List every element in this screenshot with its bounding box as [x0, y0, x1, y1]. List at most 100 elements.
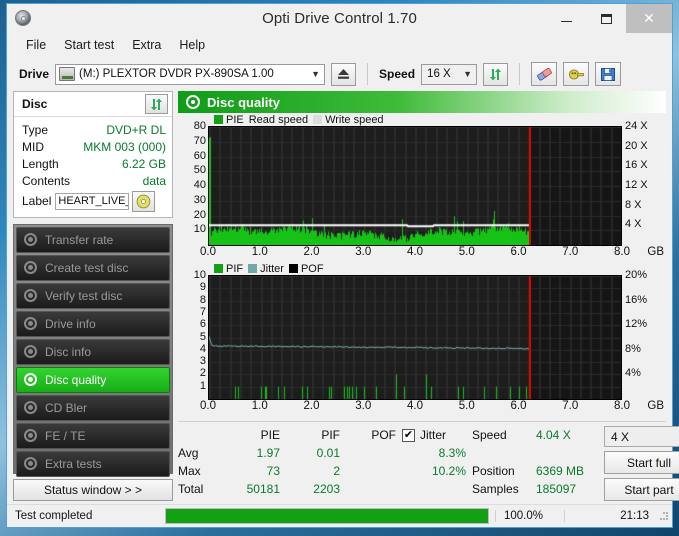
plug-icon [568, 68, 584, 80]
status-text: Test completed [15, 510, 93, 522]
sidebar-item-label: Verify test disc [45, 289, 123, 303]
info-value-samples: 185097 [536, 482, 577, 496]
jitter-label: Jitter [420, 428, 447, 442]
create-test-disc-icon [23, 260, 39, 276]
menu-item-extra[interactable]: Extra [123, 36, 170, 54]
stats-row-label-avg: Avg [178, 446, 199, 460]
menu-item-start-test[interactable]: Start test [55, 36, 123, 54]
save-button[interactable] [595, 62, 622, 86]
settings-plug-button[interactable] [563, 62, 590, 86]
y-tick: 10 [193, 223, 206, 236]
stats-max-pie: 73 [266, 464, 280, 478]
row-value: DVD+R DL [106, 122, 166, 137]
row-key: Type [22, 122, 49, 137]
x-tick: 0.0 [200, 246, 216, 258]
y2-tick: 12 X [625, 179, 648, 191]
disc-label-key: Label [22, 194, 52, 208]
status-window-button[interactable]: Status window > > [13, 479, 173, 501]
disc-icon [15, 9, 33, 28]
info-key-speed: Speed [472, 428, 507, 442]
disc-icon [137, 194, 151, 208]
disc-label-input[interactable]: HEART_LIVE_A [55, 192, 130, 210]
refresh-icon [490, 68, 502, 80]
y2-tick: 4 X [625, 218, 642, 231]
x-tick: 3.0 [355, 400, 372, 412]
minimize-button[interactable] [546, 4, 586, 33]
y-tick: 30 [193, 193, 206, 206]
sidebar-item-drive-info[interactable]: Drive info [16, 311, 170, 337]
y-tick: 6 [199, 318, 206, 331]
refresh-icon [151, 98, 162, 110]
sidebar-item-disc-quality[interactable]: Disc quality [16, 367, 170, 393]
chart2-legend: PIF Jitter POF [178, 262, 666, 275]
jitter-checkbox[interactable]: ✔ [402, 428, 415, 442]
disc-row-contents: Contents data [22, 172, 166, 189]
maximize-button[interactable] [586, 4, 626, 33]
chart2-plot[interactable] [208, 275, 622, 400]
y2-tick: 24 X [625, 120, 648, 132]
sidebar-item-create-test-disc[interactable]: Create test disc [16, 255, 170, 281]
toolbar-divider [367, 63, 369, 85]
sidebar-item-label: CD Bler [45, 401, 88, 415]
menu-item-help[interactable]: Help [170, 36, 214, 54]
y-tick: 3 [199, 355, 206, 368]
y-tick: 9 [199, 281, 206, 294]
x-axis-unit: GB [647, 246, 664, 258]
y2-tick: 8 X [625, 198, 642, 211]
sidebar-item-verify-test-disc[interactable]: Verify test disc [16, 283, 170, 309]
drive-select-value: (M:) PLEXTOR DVDR PX-890SA 1.00 [79, 68, 274, 80]
sidebar-item-transfer-rate[interactable]: Transfer rate [16, 227, 170, 253]
speed-select[interactable]: 16 X ▼ [421, 63, 478, 85]
sidebar-item-disc-info[interactable]: Disc info [16, 339, 170, 365]
y2-tick: 8% [625, 342, 641, 355]
drive-select[interactable]: (M:) PLEXTOR DVDR PX-890SA 1.00 ▼ [55, 63, 326, 85]
drive-icon [59, 67, 76, 81]
close-button[interactable]: ✕ [626, 4, 672, 33]
pie-read-speed-chart: PIE Read speed Write speed 10 20 30 40 50 60 7… [178, 113, 666, 262]
start-part-button[interactable]: Start part [604, 478, 679, 501]
sidebar-item-label: Disc quality [45, 373, 107, 387]
refresh-button[interactable] [483, 62, 509, 86]
x-tick: 8.0 [614, 400, 630, 412]
x-tick: 0.0 [200, 400, 216, 412]
eject-icon [338, 69, 350, 79]
y-tick: 60 [193, 149, 206, 162]
disc-quality-icon [23, 372, 39, 388]
menu-item-file[interactable]: File [17, 36, 55, 54]
legend-pie: PIE [214, 114, 244, 126]
info-value-speed: 4.04 X [536, 428, 571, 442]
eject-button[interactable] [331, 62, 357, 86]
sidebar-item-label: Extra tests [45, 457, 102, 471]
disc-label-button[interactable] [132, 190, 156, 212]
x-tick: 3.0 [355, 246, 372, 258]
resize-grip[interactable] [657, 510, 669, 522]
row-key: Length [22, 156, 59, 171]
x-tick: 1.0 [251, 246, 268, 258]
row-key: MID [22, 139, 44, 154]
disc-label-row: Label HEART_LIVE_A [22, 190, 166, 212]
erase-button[interactable] [531, 62, 558, 86]
sidebar-item-cd-bler[interactable]: CD Bler [16, 395, 170, 421]
test-speed-select[interactable]: 4 X ▼ [604, 426, 679, 447]
x-tick: 5.0 [458, 246, 475, 258]
x-tick: 1.0 [251, 400, 268, 412]
sidebar-item-extra-tests[interactable]: Extra tests [16, 451, 170, 477]
y2-tick: 20 X [625, 139, 648, 152]
stats-row-label-total: Total [178, 482, 204, 496]
x-tick: 7.0 [562, 400, 579, 412]
title-bar: Opti Drive Control 1.70 ✕ [7, 4, 672, 33]
y-tick: 8 [199, 293, 206, 306]
window-body: Disc Type DVD+R DL MID MKM 003 (000) Len… [7, 91, 679, 501]
menu-bar: File Start test Extra Help [7, 33, 672, 56]
cd-bler-icon [23, 400, 39, 416]
start-full-button[interactable]: Start full [604, 451, 679, 474]
sidebar-item-fe-te[interactable]: FE / TE [16, 423, 170, 449]
window-controls: ✕ [546, 4, 672, 33]
charts-container: PIE Read speed Write speed 10 20 30 40 50 60 7… [178, 113, 666, 419]
chart1-plot-row: 10 20 30 40 50 60 70 80 4 X 8 X 12 X 16 X 20 X 24 X [178, 120, 666, 246]
disc-refresh-button[interactable] [145, 94, 168, 114]
chart1-plot[interactable] [208, 126, 622, 246]
y2-tick: 4% [625, 367, 641, 380]
disc-panel-header: Disc [14, 92, 172, 117]
legend-pof: POF [288, 263, 324, 275]
